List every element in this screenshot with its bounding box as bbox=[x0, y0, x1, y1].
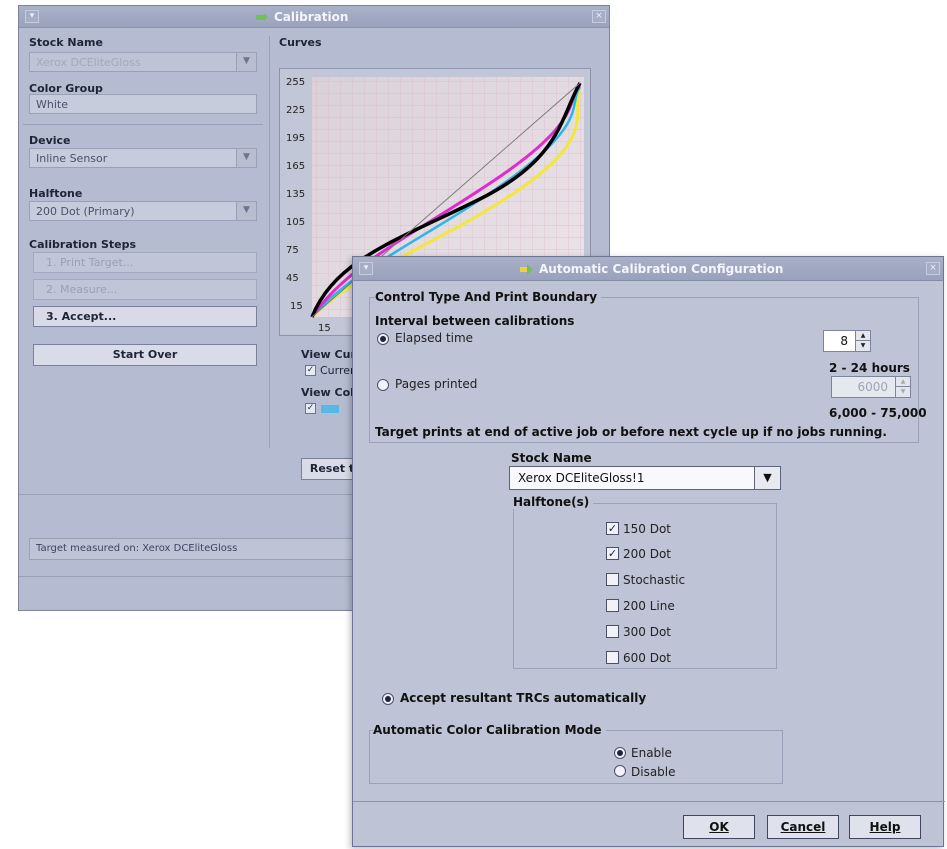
device-value: Inline Sensor bbox=[36, 152, 108, 165]
y-tick: 105 bbox=[286, 217, 305, 228]
pages-printed-radio[interactable] bbox=[377, 379, 389, 391]
halftone-checkbox-200-line[interactable] bbox=[606, 599, 619, 612]
calibration-title: Calibration bbox=[274, 10, 349, 24]
accept-button[interactable]: 3. Accept... bbox=[33, 306, 257, 327]
elapsed-time-spinner[interactable]: 8 ▲ ▼ bbox=[823, 330, 871, 352]
measure-button[interactable]: 2. Measure... bbox=[33, 279, 257, 300]
enable-label: Enable bbox=[631, 746, 672, 760]
target-note: Target prints at end of active job or be… bbox=[375, 425, 887, 439]
help-button[interactable]: Help bbox=[849, 815, 921, 839]
halftone-checkbox-600-dot[interactable] bbox=[606, 651, 619, 664]
accept-trcs-label: Accept resultant TRCs automatically bbox=[400, 691, 647, 705]
close-icon[interactable]: × bbox=[926, 262, 940, 275]
accept-trcs-radio[interactable] bbox=[382, 693, 394, 705]
halftone-label: 200 Line bbox=[623, 599, 675, 613]
help-label: Help bbox=[869, 820, 901, 834]
arrow-up-icon[interactable]: ▲ bbox=[896, 377, 910, 387]
mode-group bbox=[369, 730, 783, 784]
y-tick: 195 bbox=[286, 133, 305, 144]
print-target-button[interactable]: 1. Print Target... bbox=[33, 252, 257, 273]
halftones-title: Halftone(s) bbox=[513, 495, 594, 509]
arrow-up-icon[interactable]: ▲ bbox=[856, 331, 870, 341]
halftone-checkbox-150-dot[interactable]: ✓ bbox=[606, 522, 619, 535]
disable-radio[interactable] bbox=[614, 765, 626, 777]
divider bbox=[269, 36, 270, 448]
elapsed-time-value: 8 bbox=[840, 334, 848, 348]
interval-label: Interval between calibrations bbox=[375, 314, 575, 328]
dialog-title: Automatic Calibration Configuration bbox=[539, 262, 784, 276]
stock-name-label: Stock Name bbox=[511, 451, 592, 465]
calibration-app-icon bbox=[256, 13, 268, 21]
spinner-arrows[interactable]: ▲ ▼ bbox=[855, 331, 870, 351]
stock-name-value: Xerox DCEliteGloss bbox=[36, 56, 141, 69]
current-checkbox[interactable]: ✓ bbox=[305, 365, 316, 376]
halftone-checkbox-stochastic[interactable] bbox=[606, 573, 619, 586]
y-tick: 15 bbox=[290, 301, 303, 312]
window-menu-icon[interactable]: ▾ bbox=[359, 262, 373, 275]
chevron-down-icon[interactable]: ▼ bbox=[754, 467, 780, 489]
status-text: Target measured on: Xerox DCEliteGloss bbox=[36, 543, 238, 554]
ok-label: OK bbox=[709, 820, 729, 834]
y-tick: 255 bbox=[286, 77, 305, 88]
color-group-value: White bbox=[36, 98, 68, 111]
elapsed-time-radio[interactable] bbox=[377, 333, 389, 345]
calibration-app-icon bbox=[520, 264, 533, 275]
spinner-arrows[interactable]: ▲ ▼ bbox=[895, 377, 910, 397]
disable-label: Disable bbox=[631, 765, 676, 779]
calibration-titlebar: ▾ Calibration × bbox=[19, 6, 609, 28]
arrow-down-icon[interactable]: ▼ bbox=[896, 387, 910, 397]
color-group-field: White bbox=[29, 94, 257, 114]
stock-name-select[interactable]: Xerox DCEliteGloss!1 ▼ bbox=[509, 466, 781, 490]
start-over-button[interactable]: Start Over bbox=[33, 344, 257, 366]
close-icon[interactable]: × bbox=[592, 10, 606, 23]
stock-name-label: Stock Name bbox=[29, 36, 103, 49]
dialog-titlebar: ▾ Automatic Calibration Configuration × bbox=[353, 257, 943, 281]
halftone-label: Halftone bbox=[29, 187, 83, 200]
halftone-label: Stochastic bbox=[623, 573, 686, 587]
stock-name-value: Xerox DCEliteGloss!1 bbox=[518, 471, 645, 485]
halftone-select[interactable]: 200 Dot (Primary) ▼ bbox=[29, 201, 257, 221]
divider bbox=[23, 124, 263, 125]
stock-name-select[interactable]: Xerox DCEliteGloss ▼ bbox=[29, 52, 257, 72]
arrow-down-icon[interactable]: ▼ bbox=[856, 341, 870, 351]
y-tick: 45 bbox=[286, 273, 299, 284]
divider bbox=[353, 801, 945, 802]
window-menu-icon[interactable]: ▾ bbox=[25, 10, 39, 23]
device-select[interactable]: Inline Sensor ▼ bbox=[29, 148, 257, 168]
halftone-value: 200 Dot (Primary) bbox=[36, 205, 135, 218]
color-checkbox[interactable]: ✓ bbox=[305, 403, 316, 414]
pages-printed-value: 6000 bbox=[857, 380, 888, 394]
x-tick: 15 bbox=[318, 323, 331, 334]
control-type-title: Control Type And Print Boundary bbox=[375, 290, 602, 304]
cancel-button[interactable]: Cancel bbox=[767, 815, 839, 839]
pages-range: 6,000 - 75,000 bbox=[829, 406, 927, 420]
halftone-label: 300 Dot bbox=[623, 625, 672, 639]
auto-calibration-dialog: ▾ Automatic Calibration Configuration × … bbox=[352, 256, 945, 847]
mode-title: Automatic Color Calibration Mode bbox=[373, 723, 606, 737]
pages-printed-spinner[interactable]: 6000 ▲ ▼ bbox=[831, 376, 911, 398]
cyan-swatch bbox=[321, 405, 339, 413]
y-tick: 75 bbox=[286, 245, 299, 256]
halftone-label: 200 Dot bbox=[623, 547, 672, 561]
elapsed-time-label: Elapsed time bbox=[395, 331, 474, 345]
cancel-label: Cancel bbox=[780, 820, 826, 834]
chevron-down-icon[interactable]: ▼ bbox=[236, 53, 256, 71]
halftone-label: 150 Dot bbox=[623, 522, 672, 536]
y-tick: 135 bbox=[286, 189, 305, 200]
y-tick: 165 bbox=[286, 161, 305, 172]
halftone-label: 600 Dot bbox=[623, 651, 672, 665]
device-label: Device bbox=[29, 134, 71, 147]
ok-button[interactable]: OK bbox=[683, 815, 755, 839]
halftone-checkbox-200-dot[interactable]: ✓ bbox=[606, 547, 619, 560]
pages-printed-label: Pages printed bbox=[395, 377, 478, 391]
enable-radio[interactable] bbox=[614, 747, 626, 759]
halftone-checkbox-300-dot[interactable] bbox=[606, 625, 619, 638]
chevron-down-icon[interactable]: ▼ bbox=[236, 202, 256, 220]
y-tick: 225 bbox=[286, 105, 305, 116]
curves-label: Curves bbox=[279, 36, 322, 49]
calibration-steps-label: Calibration Steps bbox=[29, 238, 137, 251]
status-bar: Target measured on: Xerox DCEliteGloss bbox=[29, 538, 369, 560]
chevron-down-icon[interactable]: ▼ bbox=[236, 149, 256, 167]
elapsed-range: 2 - 24 hours bbox=[829, 361, 910, 375]
